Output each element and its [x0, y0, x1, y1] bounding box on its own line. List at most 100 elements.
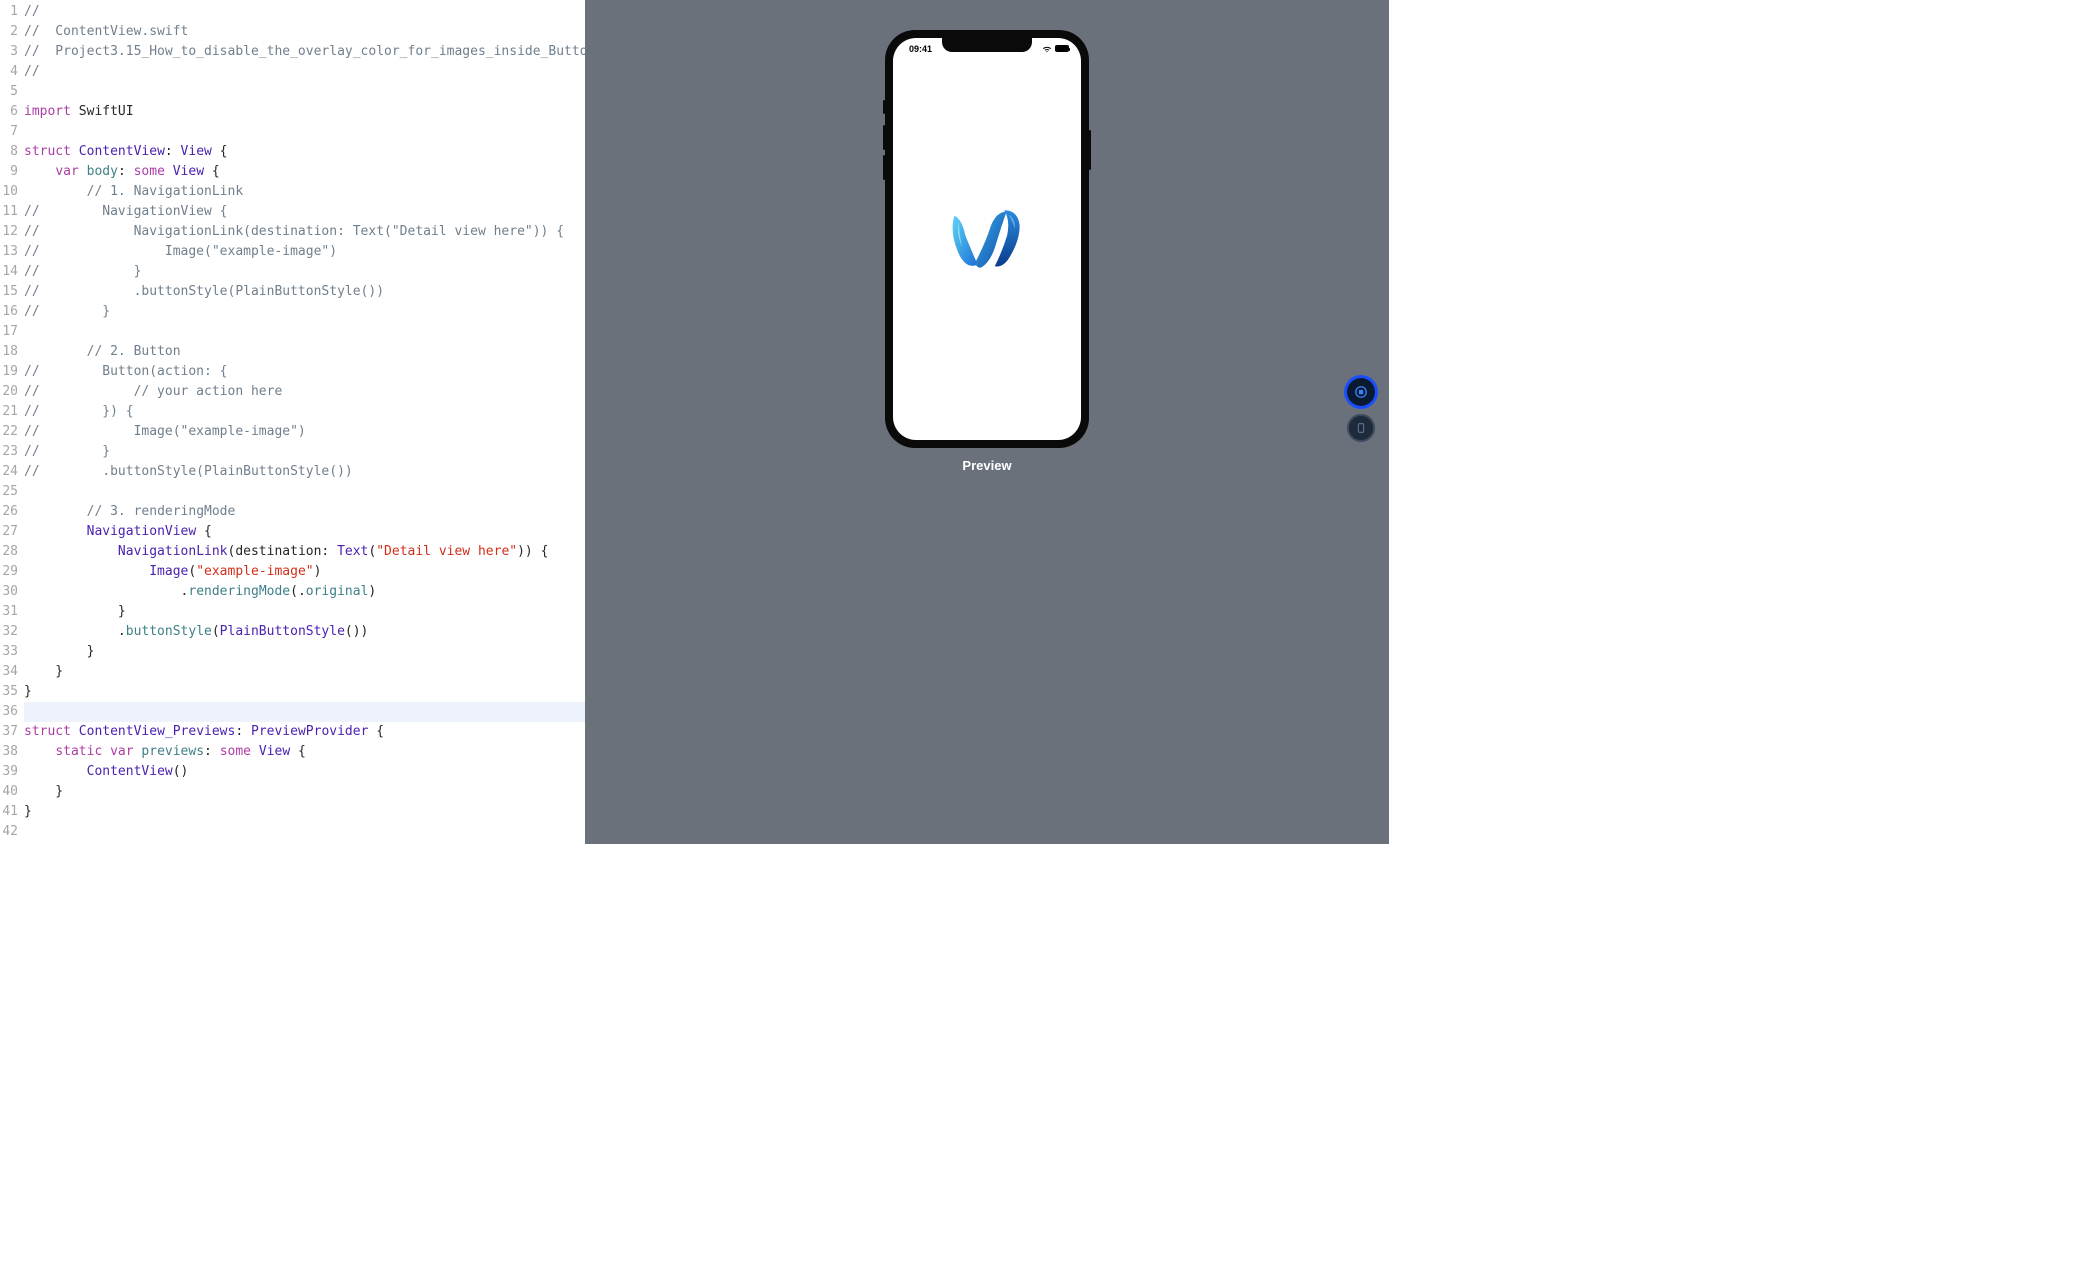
device-silence-switch — [883, 100, 885, 114]
code-line[interactable]: // NavigationLink(destination: Text("Det… — [24, 222, 585, 242]
play-circle-icon — [1354, 385, 1368, 399]
code-line[interactable]: .renderingMode(.original) — [24, 582, 585, 602]
line-number: 21 — [0, 402, 22, 422]
device-power-button — [1089, 130, 1091, 170]
line-number: 24 — [0, 462, 22, 482]
code-line[interactable]: // NavigationView { — [24, 202, 585, 222]
line-number: 34 — [0, 662, 22, 682]
code-line[interactable]: // Project3.15_How_to_disable_the_overla… — [24, 42, 585, 62]
line-number: 5 — [0, 82, 22, 102]
code-line[interactable]: // ContentView.swift — [24, 22, 585, 42]
line-number: 28 — [0, 542, 22, 562]
battery-icon — [1055, 45, 1069, 52]
line-number: 4 — [0, 62, 22, 82]
code-line[interactable]: } — [24, 782, 585, 802]
line-number: 13 — [0, 242, 22, 262]
preview-label: Preview — [962, 458, 1011, 473]
code-line[interactable]: .buttonStyle(PlainButtonStyle()) — [24, 622, 585, 642]
line-number: 9 — [0, 162, 22, 182]
code-line[interactable]: // 1. NavigationLink — [24, 182, 585, 202]
device-volume-up — [883, 125, 885, 150]
code-line[interactable]: // Button(action: { — [24, 362, 585, 382]
code-editor-pane: 1234567891011121314151617181920212223242… — [0, 0, 585, 844]
line-number: 15 — [0, 282, 22, 302]
code-line[interactable] — [24, 482, 585, 502]
code-line[interactable] — [24, 702, 585, 722]
line-number: 10 — [0, 182, 22, 202]
line-number: 19 — [0, 362, 22, 382]
line-number: 7 — [0, 122, 22, 142]
example-image[interactable] — [947, 204, 1027, 274]
line-number: 26 — [0, 502, 22, 522]
line-number: 6 — [0, 102, 22, 122]
device-icon — [1354, 421, 1368, 435]
code-line[interactable]: // — [24, 62, 585, 82]
line-number: 8 — [0, 142, 22, 162]
wifi-icon — [1042, 45, 1052, 53]
status-time: 09:41 — [909, 44, 932, 54]
line-number: 2 — [0, 22, 22, 42]
line-number: 41 — [0, 802, 22, 822]
simulator-screen[interactable]: 09:41 — [893, 38, 1081, 440]
code-line[interactable] — [24, 82, 585, 102]
line-number: 11 — [0, 202, 22, 222]
canvas-controls — [1347, 378, 1375, 442]
code-line[interactable]: static var previews: some View { — [24, 742, 585, 762]
code-line[interactable]: // } — [24, 302, 585, 322]
canvas-preview-pane: 09:41 — [585, 0, 1389, 844]
code-line[interactable]: } — [24, 682, 585, 702]
code-line[interactable]: // } — [24, 442, 585, 462]
line-number: 22 — [0, 422, 22, 442]
code-line[interactable]: } — [24, 662, 585, 682]
line-number: 27 — [0, 522, 22, 542]
line-number: 37 — [0, 722, 22, 742]
device-notch — [942, 38, 1032, 52]
line-number: 29 — [0, 562, 22, 582]
line-number: 32 — [0, 622, 22, 642]
code-line[interactable] — [24, 122, 585, 142]
line-number: 31 — [0, 602, 22, 622]
code-line[interactable]: // }) { — [24, 402, 585, 422]
line-number: 23 — [0, 442, 22, 462]
line-number-gutter: 1234567891011121314151617181920212223242… — [0, 0, 22, 844]
line-number: 14 — [0, 262, 22, 282]
line-number: 17 — [0, 322, 22, 342]
code-line[interactable] — [24, 822, 585, 842]
code-line[interactable]: var body: some View { — [24, 162, 585, 182]
code-line[interactable]: struct ContentView_Previews: PreviewProv… — [24, 722, 585, 742]
code-line[interactable]: ContentView() — [24, 762, 585, 782]
code-line[interactable]: // 2. Button — [24, 342, 585, 362]
line-number: 1 — [0, 2, 22, 22]
line-number: 39 — [0, 762, 22, 782]
code-line[interactable]: // .buttonStyle(PlainButtonStyle()) — [24, 282, 585, 302]
code-line[interactable]: } — [24, 802, 585, 822]
line-number: 20 — [0, 382, 22, 402]
line-number: 12 — [0, 222, 22, 242]
line-number: 30 — [0, 582, 22, 602]
line-number: 36 — [0, 702, 22, 722]
status-indicators — [1042, 45, 1069, 53]
code-line[interactable]: NavigationLink(destination: Text("Detail… — [24, 542, 585, 562]
line-number: 42 — [0, 822, 22, 842]
code-line[interactable]: } — [24, 602, 585, 622]
code-line[interactable]: // Image("example-image") — [24, 242, 585, 262]
device-settings-button[interactable] — [1347, 414, 1375, 442]
code-line[interactable]: struct ContentView: View { — [24, 142, 585, 162]
live-preview-button[interactable] — [1347, 378, 1375, 406]
code-line[interactable]: // .buttonStyle(PlainButtonStyle()) — [24, 462, 585, 482]
code-line[interactable]: NavigationView { — [24, 522, 585, 542]
code-area[interactable]: //// ContentView.swift// Project3.15_How… — [22, 0, 585, 844]
line-number: 38 — [0, 742, 22, 762]
code-line[interactable]: import SwiftUI — [24, 102, 585, 122]
code-line[interactable]: Image("example-image") — [24, 562, 585, 582]
code-line[interactable]: // 3. renderingMode — [24, 502, 585, 522]
line-number: 35 — [0, 682, 22, 702]
line-number: 18 — [0, 342, 22, 362]
device-volume-down — [883, 155, 885, 180]
code-line[interactable]: } — [24, 642, 585, 662]
code-line[interactable]: // — [24, 2, 585, 22]
code-line[interactable]: // } — [24, 262, 585, 282]
code-line[interactable] — [24, 322, 585, 342]
code-line[interactable]: // // your action here — [24, 382, 585, 402]
code-line[interactable]: // Image("example-image") — [24, 422, 585, 442]
